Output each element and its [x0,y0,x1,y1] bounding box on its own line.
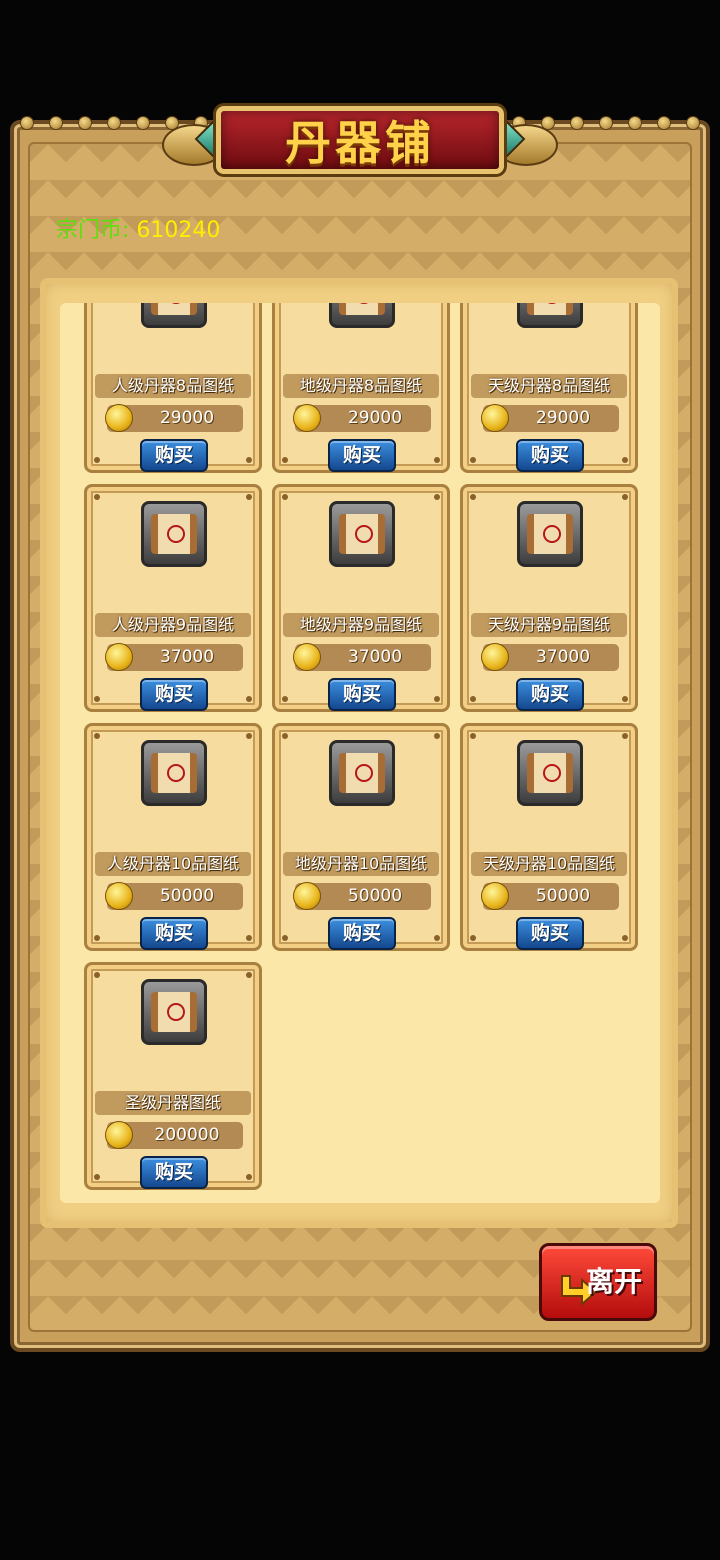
shop-item-card: 地级丹器10品图纸 50000 购买 [272,723,450,951]
item-price: 50000 [159,886,215,906]
item-name: 天级丹器8品图纸 [471,374,627,398]
buy-button[interactable]: 购买 [140,678,208,711]
coin-icon [105,882,133,910]
buy-button[interactable]: 购买 [328,439,396,472]
buy-button[interactable]: 购买 [328,917,396,950]
item-name: 天级丹器9品图纸 [471,613,627,637]
item-name: 地级丹器8品图纸 [283,374,439,398]
buy-button[interactable]: 购买 [328,678,396,711]
item-icon-frame [517,501,583,567]
item-price: 29000 [159,408,215,428]
shop-item-card: 地级丹器9品图纸 37000 购买 [272,484,450,712]
item-icon-frame [141,501,207,567]
buy-button[interactable]: 购买 [516,439,584,472]
item-name: 地级丹器9品图纸 [283,613,439,637]
title-plate: 丹器铺 [216,106,504,174]
buy-button[interactable]: 购买 [140,1156,208,1189]
shop-item-card: 人级丹器8品图纸 29000 购买 [84,303,262,473]
coin-icon [293,882,321,910]
price-bar: 37000 [105,643,243,671]
coin-icon [105,1121,133,1149]
item-price: 200000 [154,1125,220,1145]
item-icon-frame [141,979,207,1045]
shop-item-card: 人级丹器10品图纸 50000 购买 [84,723,262,951]
shop-item-card: 圣级丹器图纸 200000 购买 [84,962,262,1190]
item-icon-frame [329,303,395,328]
leave-button[interactable]: 离开 [539,1243,657,1321]
scroll-icon [339,753,385,793]
item-name: 地级丹器10品图纸 [283,852,439,876]
item-grid: 人级丹器8品图纸 29000 购买 地级丹器8品图纸 29000 购买 天级丹器… [84,303,638,1190]
shop-item-card: 天级丹器9品图纸 37000 购买 [460,484,638,712]
scroll-icon [527,514,573,554]
coin-icon [293,404,321,432]
item-icon-frame [329,740,395,806]
item-name: 人级丹器10品图纸 [95,852,251,876]
coin-icon [481,643,509,671]
shop-item-card: 天级丹器10品图纸 50000 购买 [460,723,638,951]
price-bar: 29000 [105,404,243,432]
item-list[interactable]: 人级丹器8品图纸 29000 购买 地级丹器8品图纸 29000 购买 天级丹器… [60,303,660,1203]
item-price: 37000 [535,647,591,667]
item-price: 50000 [347,886,403,906]
currency-display: 宗门币: 610240 [56,212,220,244]
coin-icon [105,643,133,671]
currency-label: 宗门币: [56,218,130,243]
item-icon-frame [517,303,583,328]
price-bar: 50000 [293,882,431,910]
item-name: 天级丹器10品图纸 [471,852,627,876]
shop-item-card: 人级丹器9品图纸 37000 购买 [84,484,262,712]
leave-label: 离开 [585,1265,642,1298]
price-bar: 50000 [481,882,619,910]
coin-icon [481,404,509,432]
price-bar: 50000 [105,882,243,910]
item-icon-frame [517,740,583,806]
item-icon-frame [329,501,395,567]
shop-item-card: 地级丹器8品图纸 29000 购买 [272,303,450,473]
item-price: 29000 [535,408,591,428]
scroll-icon [339,514,385,554]
item-price: 29000 [347,408,403,428]
scroll-icon [339,303,385,315]
price-bar: 37000 [293,643,431,671]
scroll-icon [527,303,573,315]
price-bar: 200000 [105,1121,243,1149]
scroll-icon [151,514,197,554]
coin-icon [105,404,133,432]
scroll-icon [151,992,197,1032]
coin-icon [293,643,321,671]
scroll-icon [527,753,573,793]
buy-button[interactable]: 购买 [516,678,584,711]
item-name: 圣级丹器图纸 [95,1091,251,1115]
currency-value: 610240 [136,218,221,243]
price-bar: 29000 [293,404,431,432]
item-price: 50000 [535,886,591,906]
shop-item-card: 天级丹器8品图纸 29000 购买 [460,303,638,473]
item-price: 37000 [159,647,215,667]
shop-title: 丹器铺 [285,116,435,170]
item-name: 人级丹器8品图纸 [95,374,251,398]
scroll-icon [151,303,197,315]
price-bar: 29000 [481,404,619,432]
price-bar: 37000 [481,643,619,671]
item-price: 37000 [347,647,403,667]
coin-icon [481,882,509,910]
item-icon-frame [141,303,207,328]
buy-button[interactable]: 购买 [516,917,584,950]
scroll-icon [151,753,197,793]
buy-button[interactable]: 购买 [140,917,208,950]
buy-button[interactable]: 购买 [140,439,208,472]
item-icon-frame [141,740,207,806]
title-banner: 丹器铺 [160,96,560,184]
item-name: 人级丹器9品图纸 [95,613,251,637]
game-screen: 丹器铺 宗门币: 610240 人级丹器8品图纸 29000 购买 地级丹器8品… [0,0,720,1560]
